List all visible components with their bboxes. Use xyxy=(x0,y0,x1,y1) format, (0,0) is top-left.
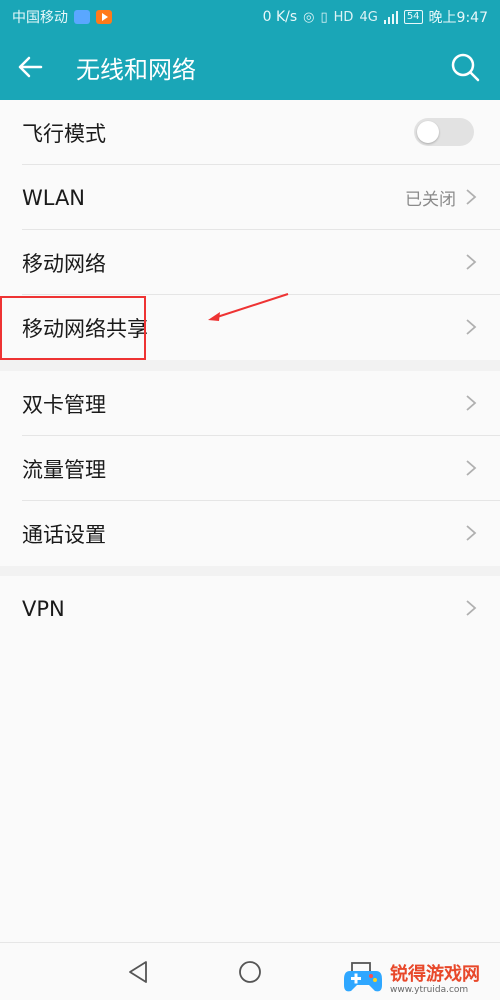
chevron-right-icon xyxy=(466,525,477,541)
app-bar: 无线和网络 xyxy=(0,34,500,100)
row-label: 移动网络共享 xyxy=(22,316,148,341)
status-bar: 中国移动 0 K/s ◎ ▯ HD 4G 54 晚上9:47 xyxy=(0,0,500,34)
row-data-usage[interactable]: 流量管理 xyxy=(0,436,500,501)
search-icon xyxy=(451,53,480,82)
hd-icon: HD xyxy=(333,9,354,25)
navigation-bar xyxy=(0,942,500,1000)
chevron-right-icon xyxy=(466,254,477,270)
row-label: VPN xyxy=(22,596,65,621)
page-title: 无线和网络 xyxy=(76,55,196,84)
battery-icon: 54 xyxy=(403,10,423,24)
row-label: 通话设置 xyxy=(22,522,106,547)
row-label: 双卡管理 xyxy=(22,392,106,417)
nav-recents-icon[interactable] xyxy=(346,957,376,987)
row-vpn[interactable]: VPN xyxy=(0,576,500,641)
row-airplane-mode[interactable]: 飞行模式 xyxy=(0,100,500,165)
row-call-settings[interactable]: 通话设置 xyxy=(0,501,500,566)
chevron-right-icon xyxy=(466,460,477,476)
settings-group-2: 双卡管理 流量管理 通话设置 xyxy=(0,371,500,566)
network-type: 4G xyxy=(359,9,378,25)
row-label: 飞行模式 xyxy=(22,121,106,146)
net-speed: 0 K/s xyxy=(262,9,298,25)
back-button[interactable] xyxy=(0,34,60,100)
wlan-status: 已关闭 xyxy=(405,190,456,210)
chevron-right-icon xyxy=(466,600,477,616)
chevron-right-icon xyxy=(466,189,477,205)
carrier-name: 中国移动 xyxy=(12,10,68,26)
row-dual-sim[interactable]: 双卡管理 xyxy=(0,371,500,436)
app-notification-icon xyxy=(74,10,90,24)
vibrate-icon: ▯ xyxy=(320,9,328,25)
video-notification-icon xyxy=(96,10,112,24)
row-label: 移动网络 xyxy=(22,251,106,276)
row-label: WLAN xyxy=(22,185,86,210)
hotspot-icon: ◎ xyxy=(303,9,315,25)
nav-back-icon[interactable] xyxy=(124,957,154,987)
settings-group-1: 飞行模式 WLAN 已关闭 移动网络 移动网络共享 xyxy=(0,100,500,360)
search-button[interactable] xyxy=(448,50,482,84)
settings-group-3: VPN xyxy=(0,576,500,641)
row-mobile-network[interactable]: 移动网络 xyxy=(0,230,500,295)
nav-home-icon[interactable] xyxy=(235,957,265,987)
airplane-mode-toggle[interactable] xyxy=(414,118,474,146)
empty-area xyxy=(0,641,500,942)
chevron-right-icon xyxy=(466,395,477,411)
row-wlan[interactable]: WLAN 已关闭 xyxy=(0,165,500,230)
row-tethering[interactable]: 移动网络共享 xyxy=(0,295,500,360)
toggle-knob xyxy=(417,121,439,143)
back-arrow-icon xyxy=(18,56,43,78)
clock: 晚上9:47 xyxy=(428,10,488,26)
row-label: 流量管理 xyxy=(22,457,106,482)
signal-icon xyxy=(383,10,398,24)
chevron-right-icon xyxy=(466,319,477,335)
